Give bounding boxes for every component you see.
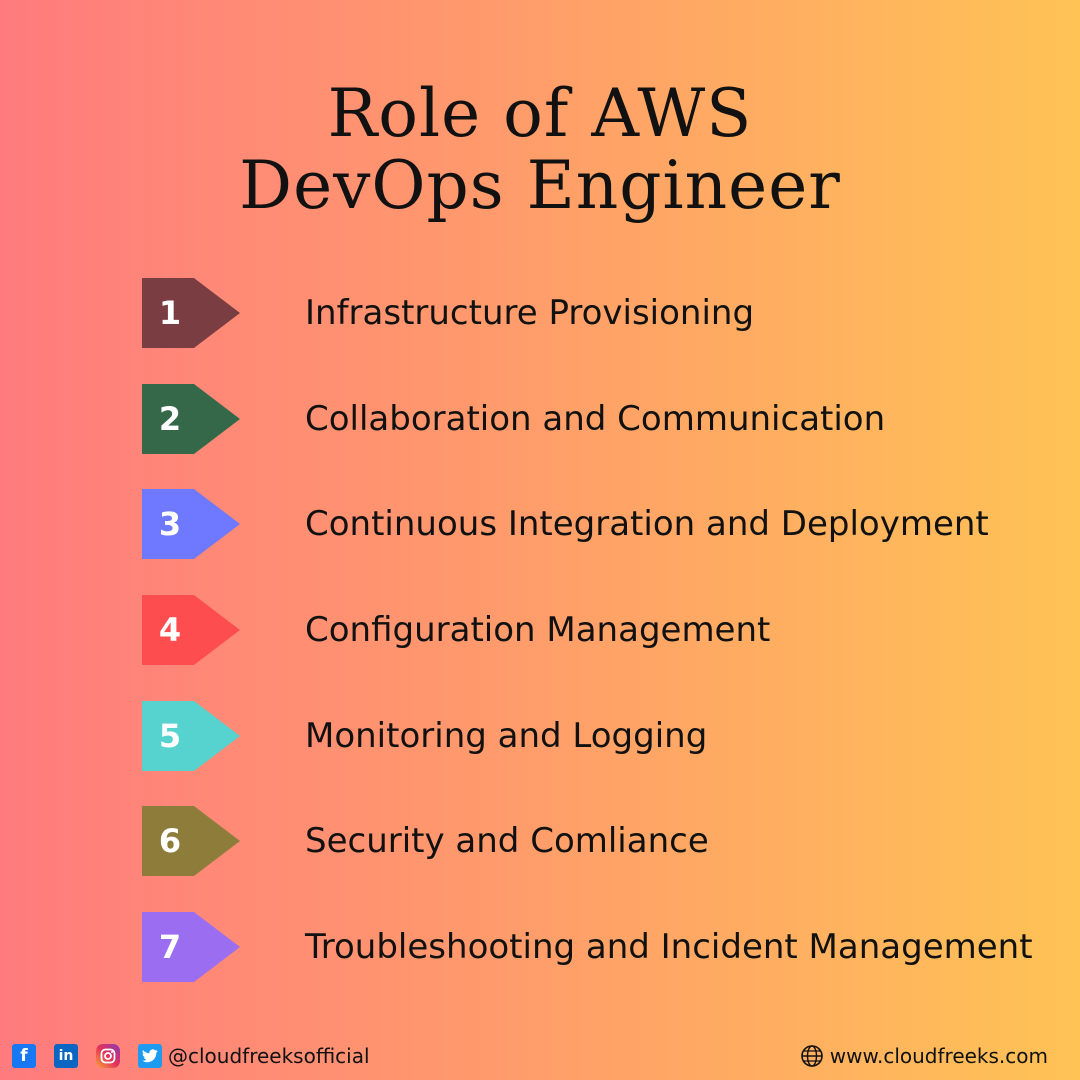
- item-label: Continuous Integration and Deployment: [305, 504, 989, 544]
- list-item: 3 Continuous Integration and Deployment: [142, 489, 1062, 559]
- item-label: Infrastructure Provisioning: [305, 293, 755, 333]
- item-number: 2: [158, 400, 182, 438]
- website-link[interactable]: www.cloudfreeks.com: [800, 1042, 1048, 1070]
- linkedin-icon[interactable]: in: [54, 1044, 78, 1068]
- item-number: 4: [158, 611, 182, 649]
- list-item: 7 Troubleshooting and Incident Managemen…: [142, 912, 1062, 982]
- footer: f in @cloudfreeksofficial www.cloudfreek…: [0, 1038, 1080, 1074]
- item-number: 7: [158, 928, 182, 966]
- website-url[interactable]: www.cloudfreeks.com: [830, 1044, 1048, 1068]
- list-item: 6 Security and Comliance: [142, 806, 1062, 876]
- item-number: 6: [158, 822, 182, 860]
- item-number: 5: [158, 717, 182, 755]
- twitter-icon[interactable]: [138, 1044, 162, 1068]
- item-number: 1: [158, 294, 182, 332]
- list-item: 2 Collaboration and Communication: [142, 384, 1062, 454]
- instagram-icon[interactable]: [96, 1044, 120, 1068]
- social-links: f in @cloudfreeksofficial: [12, 1042, 370, 1070]
- globe-icon: [800, 1045, 823, 1067]
- item-label: Security and Comliance: [305, 821, 709, 861]
- facebook-icon[interactable]: f: [12, 1044, 36, 1068]
- list-item: 4 Configuration Management: [142, 595, 1062, 665]
- list-item: 5 Monitoring and Logging: [142, 701, 1062, 771]
- item-label: Troubleshooting and Incident Management: [305, 927, 1033, 967]
- item-label: Collaboration and Communication: [305, 399, 886, 439]
- item-label: Configuration Management: [305, 610, 771, 650]
- social-handle[interactable]: @cloudfreeksofficial: [168, 1044, 370, 1068]
- item-label: Monitoring and Logging: [305, 716, 708, 756]
- item-number: 3: [158, 505, 182, 543]
- roles-list: 1 Infrastructure Provisioning 2 Collabor…: [0, 0, 1080, 1080]
- list-item: 1 Infrastructure Provisioning: [142, 278, 1062, 348]
